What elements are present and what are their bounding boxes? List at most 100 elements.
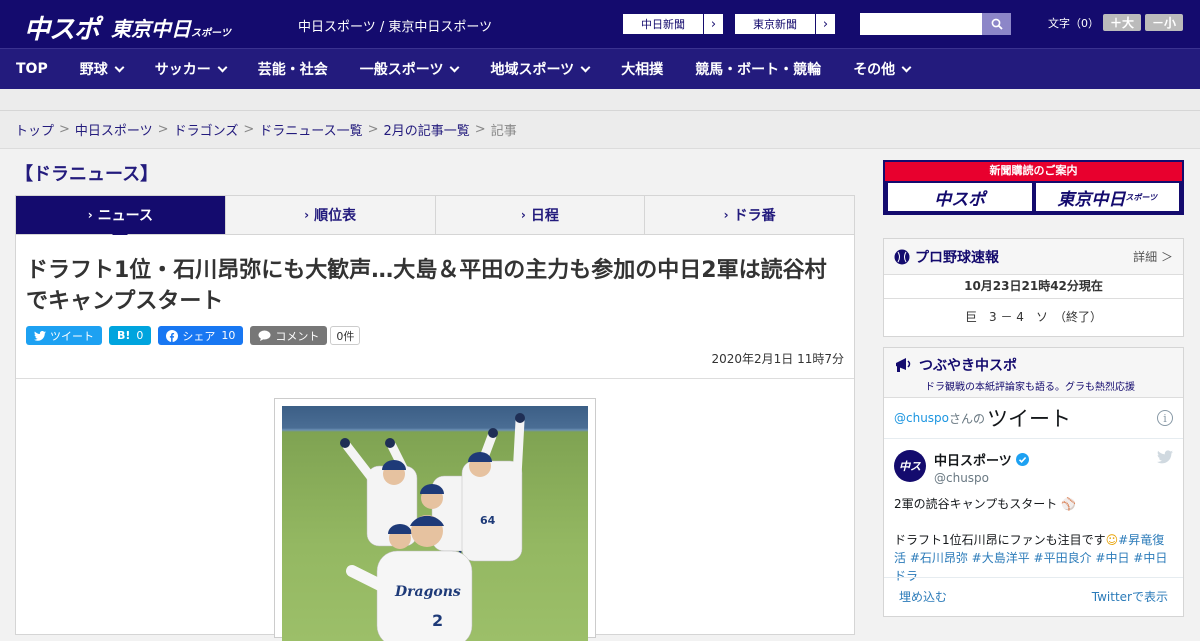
- tab-label: ドラ番: [733, 208, 776, 224]
- hatena-label: B!: [117, 329, 131, 342]
- view-on-twitter-link[interactable]: Twitterで表示: [1092, 588, 1168, 605]
- embed-tweet-link[interactable]: 埋め込む: [899, 588, 947, 605]
- chevron-down-icon: [901, 62, 912, 72]
- nav-label: 芸能・社会: [257, 62, 328, 78]
- baseball-icon: [894, 249, 910, 264]
- site-name-link[interactable]: 中日スポーツ / 東京中日スポーツ: [298, 16, 492, 35]
- tab-label: 日程: [530, 208, 559, 224]
- tab-schedule[interactable]: › 日程: [436, 196, 646, 234]
- baseball-scores-title: プロ野球速報: [915, 249, 999, 266]
- breadcrumb-separator: >: [243, 122, 255, 137]
- nav-label: その他: [853, 62, 896, 78]
- twitter-bird-icon[interactable]: [1157, 450, 1173, 464]
- twitter-bird-icon: [34, 330, 46, 341]
- hatena-bookmark-button[interactable]: B! 0: [109, 326, 152, 345]
- nav-label: サッカー: [154, 62, 211, 78]
- tweet-text: 2軍の読谷キャンプもスタート ⚾ ドラフト1位石川昂にファンも注目です☺#昇竜復…: [884, 485, 1183, 585]
- twitter-embed-header: @chuspo さんの ツイート i: [884, 398, 1183, 439]
- twitter-embed: @chuspo さんの ツイート i 中ス 中日スポーツ @chuspo 2軍の…: [884, 398, 1183, 614]
- nav-item-general-sports[interactable]: 一般スポーツ: [344, 59, 475, 79]
- tokyo-shimbun-link[interactable]: 東京新聞 ›: [734, 13, 836, 35]
- font-larger-button[interactable]: ＋大: [1103, 14, 1142, 31]
- nav-item-top[interactable]: TOP: [0, 61, 64, 77]
- tweet-author-handle: @chuspo: [934, 471, 990, 485]
- nav-item-baseball[interactable]: 野球: [64, 59, 139, 79]
- divider: [16, 378, 854, 379]
- twitter-handle-link[interactable]: @chuspo: [894, 411, 949, 425]
- avatar[interactable]: 中ス: [894, 450, 926, 482]
- breadcrumb-link[interactable]: ドラゴンズ: [174, 120, 239, 139]
- nav-item-soccer[interactable]: サッカー: [139, 59, 242, 79]
- nav-item-racing[interactable]: 競馬・ボート・競輪: [679, 59, 837, 79]
- svg-text:2: 2: [432, 611, 443, 630]
- search-icon: [991, 18, 1003, 30]
- chevron-down-icon: [580, 62, 591, 72]
- tweet-button[interactable]: ツイート: [26, 326, 102, 345]
- chevron-right-icon: ›: [815, 14, 835, 34]
- tsubuyaki-subtitle: ドラ観戦の本紙評論家も語る。グラも熱烈応援: [925, 382, 1135, 393]
- facebook-icon: [166, 329, 179, 342]
- baseball-details-link[interactable]: 詳細 ＞: [1133, 248, 1173, 265]
- tsubuyaki-header: つぶやき中スポ ドラ観戦の本紙評論家も語る。グラも熱烈応援: [884, 348, 1183, 398]
- chunichi-shimbun-link[interactable]: 中日新聞 ›: [622, 13, 724, 35]
- tab-news[interactable]: › ニュース: [16, 196, 226, 242]
- site-header: 中スポ 東京中日スポーツ 中日スポーツ / 東京中日スポーツ 中日新聞 › 東京…: [0, 0, 1200, 48]
- chevron-right-icon: ›: [703, 14, 723, 34]
- subscribe-tokyo-chunichi-button[interactable]: 東京中日 スポーツ: [1035, 183, 1179, 211]
- article-photo[interactable]: 64 204 Dragons 2: [282, 406, 588, 641]
- breadcrumb: トップ > 中日スポーツ > ドラゴンズ > ドラニュース一覧 > 2月の記事一覧 > 記…: [0, 111, 1200, 149]
- breadcrumb-separator: >: [59, 122, 70, 137]
- facebook-share-button[interactable]: シェア 10: [158, 326, 244, 345]
- info-icon[interactable]: i: [1157, 410, 1173, 426]
- logo-tokyo-chunichi: 東京中日スポーツ: [111, 17, 231, 41]
- comment-count: 0件: [330, 326, 361, 345]
- font-size-control: 文字（0） ＋大 －小: [1048, 14, 1184, 31]
- twitter-handle-suffix: さんの: [949, 411, 986, 426]
- players-photo-illustration: 64 204 Dragons 2: [340, 413, 525, 641]
- nav-item-other[interactable]: その他: [837, 59, 926, 79]
- header-spacer: [0, 89, 1200, 111]
- tweet-author-name[interactable]: 中日スポーツ: [934, 450, 1012, 469]
- article: ドラフト1位・石川昂弥にも大歓声…大島＆平田の主力も参加の中日2軍は読谷村でキャ…: [15, 235, 855, 641]
- search-form: [860, 13, 1011, 35]
- nav-item-regional-sports[interactable]: 地域スポーツ: [474, 59, 605, 79]
- breadcrumb-link[interactable]: ドラニュース一覧: [259, 120, 362, 139]
- verified-badge-icon: [1015, 453, 1029, 466]
- chevron-right-icon: ›: [87, 208, 93, 222]
- breadcrumb-separator: >: [157, 122, 169, 137]
- section-title: 【ドラニュース】: [15, 164, 159, 185]
- search-button[interactable]: [982, 13, 1011, 35]
- hatena-count: 0: [136, 329, 144, 342]
- nav-label: 競馬・ボート・競輪: [695, 62, 822, 78]
- svg-text:Dragons: Dragons: [394, 584, 461, 600]
- breadcrumb-link[interactable]: 2月の記事一覧: [384, 120, 470, 139]
- score-line[interactable]: 巨 3 － 4 ソ （終了）: [884, 299, 1183, 336]
- site-logo[interactable]: 中スポ 東京中日スポーツ: [24, 9, 231, 46]
- font-smaller-button[interactable]: －小: [1145, 14, 1184, 31]
- tsubuyaki-box: つぶやき中スポ ドラ観戦の本紙評論家も語る。グラも熱烈応援 @chuspo さん…: [883, 347, 1184, 617]
- breadcrumb-link[interactable]: トップ: [15, 120, 54, 139]
- tab-standings[interactable]: › 順位表: [226, 196, 436, 234]
- breadcrumb-link[interactable]: 中日スポーツ: [75, 120, 153, 139]
- subscribe-chuspo-button[interactable]: 中スポ: [888, 183, 1032, 211]
- twitter-embed-title: ツイート: [987, 407, 1072, 431]
- svg-text:64: 64: [480, 514, 496, 527]
- megaphone-icon: [896, 358, 911, 372]
- twitter-embed-footer: 埋め込む Twitterで表示: [884, 577, 1183, 614]
- tweet-line: 2軍の読谷キャンプもスタート: [894, 497, 1058, 511]
- nav-item-entertainment[interactable]: 芸能・社会: [242, 59, 344, 79]
- nav-item-sumo[interactable]: 大相撲: [605, 59, 679, 79]
- ext-link-label: 中日新聞: [641, 18, 685, 31]
- breadcrumb-separator: >: [474, 122, 486, 137]
- ext-link-label: 東京新聞: [753, 18, 797, 31]
- tab-dragons-reporter[interactable]: › ドラ番: [645, 196, 854, 234]
- breadcrumb-separator: >: [367, 122, 379, 137]
- nav-label: 野球: [79, 62, 108, 78]
- article-date: 2020年2月1日 11時7分: [711, 352, 844, 366]
- comment-button[interactable]: コメント: [250, 326, 328, 345]
- comment-label: コメント: [275, 329, 320, 343]
- subscription-banner[interactable]: 新聞購読のご案内 中スポ 東京中日 スポーツ: [883, 160, 1184, 215]
- comment-bubble-icon: [258, 330, 271, 341]
- nav-label: TOP: [16, 61, 48, 77]
- search-input[interactable]: [860, 13, 982, 35]
